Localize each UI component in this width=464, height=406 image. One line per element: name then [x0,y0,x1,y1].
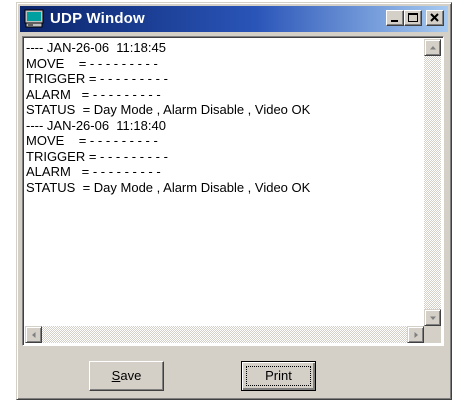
log-panel[interactable]: ---- JAN-26-06 11:18:45 MOVE = - - - - - … [22,36,444,346]
vertical-scrollbar[interactable] [424,39,441,326]
log-line: MOVE = - - - - - - - - - [26,55,158,71]
close-icon [430,13,439,22]
print-button[interactable]: Print [241,361,316,391]
log-line: TRIGGER = - - - - - - - - - [26,71,168,86]
maximize-button[interactable] [404,10,422,26]
scroll-up-button[interactable] [424,39,441,56]
minimize-icon [391,20,398,22]
log-line: STATUS = Day Mode , Alarm Disable , Vide… [26,102,311,117]
horizontal-scrollbar[interactable] [25,326,424,343]
log-line: TRIGGER = - - - - - - - - - [26,148,168,164]
log-line: STATUS = Day Mode , Alarm Disable , Vide… [26,179,311,195]
save-label-rest: ave [120,368,142,383]
close-button[interactable] [426,10,444,26]
arrow-left-icon [32,332,36,338]
arrow-down-icon [430,316,436,320]
log-line: ---- JAN-26-06 11:18:45 [26,40,166,55]
scroll-corner [424,326,441,343]
udp-window: UDP Window ---- JAN-26-06 11:18:45 MOVE =… [16,2,452,400]
log-line: ALARM = - - - - - - - - - [26,164,161,179]
monitor-icon[interactable] [24,9,44,28]
arrow-up-icon [430,46,436,50]
log-text[interactable]: ---- JAN-26-06 11:18:45 MOVE = - - - - - … [26,40,424,326]
arrow-right-icon [414,332,418,338]
minimize-button[interactable] [386,10,404,26]
scroll-right-button[interactable] [407,326,424,343]
window-title: UDP Window [50,10,145,27]
print-focus-ring: Print [246,366,311,386]
log-line: MOVE = - - - - - - - - - [26,133,158,148]
maximize-icon [408,13,418,22]
scroll-down-button[interactable] [424,309,441,326]
print-label: Print [265,368,292,383]
scroll-left-button[interactable] [25,326,42,343]
title-bar[interactable]: UDP Window [20,6,448,32]
save-button[interactable]: Save [89,361,164,391]
log-line: ALARM = - - - - - - - - - [26,86,161,102]
log-line: ---- JAN-26-06 11:18:40 [26,117,166,133]
